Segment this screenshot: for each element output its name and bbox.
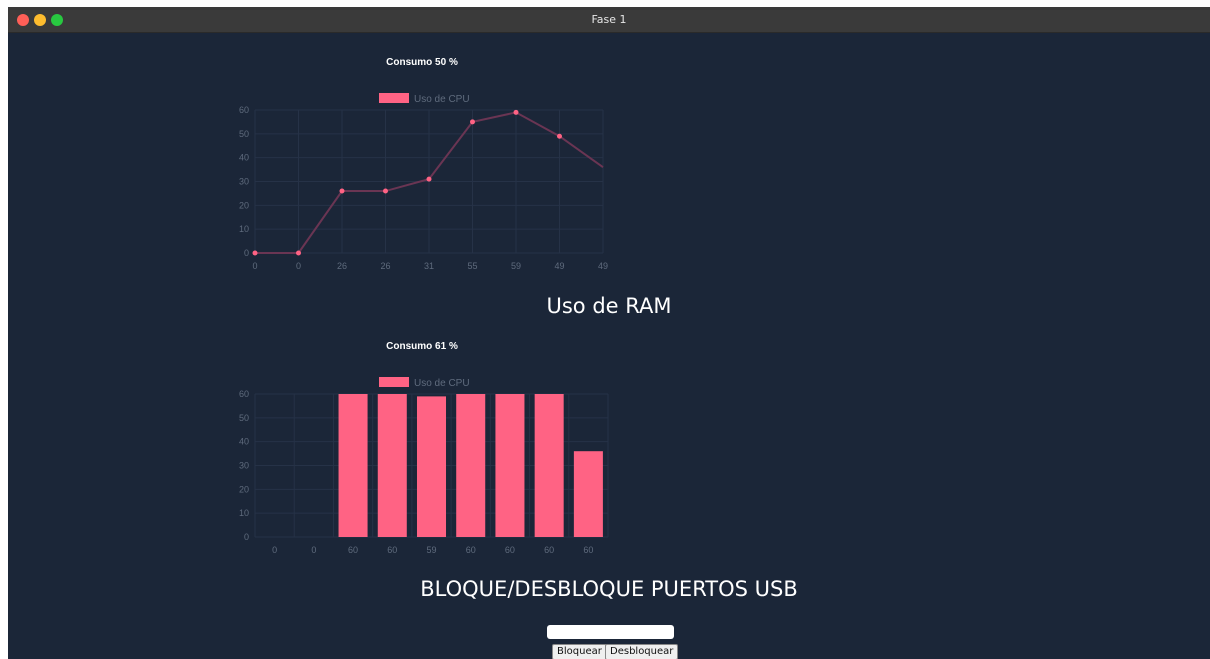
cpu-x-tick-label: 26 (337, 261, 347, 271)
cpu-data-point (426, 176, 432, 182)
ram-legend-swatch (379, 377, 409, 387)
ram-y-tick-label: 10 (239, 508, 249, 518)
cpu-data-point (252, 250, 258, 256)
ram-section-heading: Uso de RAM (546, 294, 672, 318)
cpu-x-tick-label: 49 (554, 261, 564, 271)
app-window: Fase 1 Consumo 50 % Uso de CPU 0 10 20 30 40… (8, 7, 1210, 659)
cpu-x-tick-label: 59 (511, 261, 521, 271)
ram-y-tick-label: 60 (239, 389, 249, 399)
block-usb-button[interactable]: Bloquear (552, 644, 607, 659)
usb-section-heading: BLOQUE/DESBLOQUE PUERTOS USB (420, 577, 798, 601)
ram-x-tick-label: 60 (348, 545, 358, 555)
cpu-x-tick-label: 26 (380, 261, 390, 271)
ram-legend-label: Uso de CPU (414, 378, 470, 389)
ram-x-tick-label: 60 (505, 545, 515, 555)
cpu-data-point (296, 250, 301, 256)
cpu-data-point (383, 188, 388, 194)
cpu-data-point (557, 133, 562, 139)
ram-y-tick-label: 0 (244, 532, 249, 542)
cpu-y-tick-label: 20 (239, 200, 249, 210)
ram-bar (456, 394, 486, 537)
cpu-legend-swatch (379, 93, 409, 103)
ram-y-tick-label: 50 (239, 413, 249, 423)
ram-x-tick-label: 60 (466, 545, 476, 555)
cpu-legend-label: Uso de CPU (414, 94, 470, 105)
ram-y-tick-label: 30 (239, 461, 249, 471)
ram-x-tick-label: 60 (583, 545, 593, 555)
cpu-line-chart: Consumo 50 % Uso de CPU 01020304050600 0 2… (239, 57, 608, 271)
cpu-x-tick-label: 55 (467, 261, 477, 271)
ram-chart-title: Consumo 61 % (386, 341, 458, 352)
cpu-y-tick-label: 50 (239, 129, 249, 139)
ram-x-tick-label: 0 (272, 545, 277, 555)
ram-bar (377, 394, 407, 537)
cpu-x-tick-label: 0 (252, 261, 257, 271)
cpu-data-point (470, 119, 475, 125)
ram-x-tick-label: 0 (311, 545, 316, 555)
cpu-x-tick-label: 49 (598, 261, 608, 271)
cpu-x-tick-label: 31 (424, 261, 434, 271)
cpu-y-tick-label: 0 (244, 248, 249, 258)
ram-bar (573, 451, 603, 537)
cpu-y-tick-label: 40 (239, 153, 249, 163)
ram-bar (338, 394, 368, 537)
cpu-y-tick-label: 30 (239, 177, 249, 187)
ram-x-tick-label: 59 (426, 545, 436, 555)
cpu-data-point (339, 188, 345, 194)
ram-y-tick-label: 20 (239, 484, 249, 494)
cpu-y-tick-label: 60 (239, 105, 249, 115)
ram-bar (416, 396, 447, 537)
ram-bar (534, 394, 564, 537)
ram-x-tick-label: 60 (544, 545, 554, 555)
cpu-x-tick-label: 0 (296, 261, 301, 271)
cpu-data-point (513, 109, 519, 115)
ram-y-tick-label: 40 (239, 437, 249, 447)
ram-bar (495, 394, 525, 537)
usb-input-field[interactable] (547, 625, 674, 639)
cpu-y-tick-label: 10 (239, 224, 249, 234)
cpu-chart-title: Consumo 50 % (386, 57, 458, 68)
unblock-usb-button[interactable]: Desbloquear (605, 644, 679, 659)
ram-x-tick-label: 60 (387, 545, 397, 555)
